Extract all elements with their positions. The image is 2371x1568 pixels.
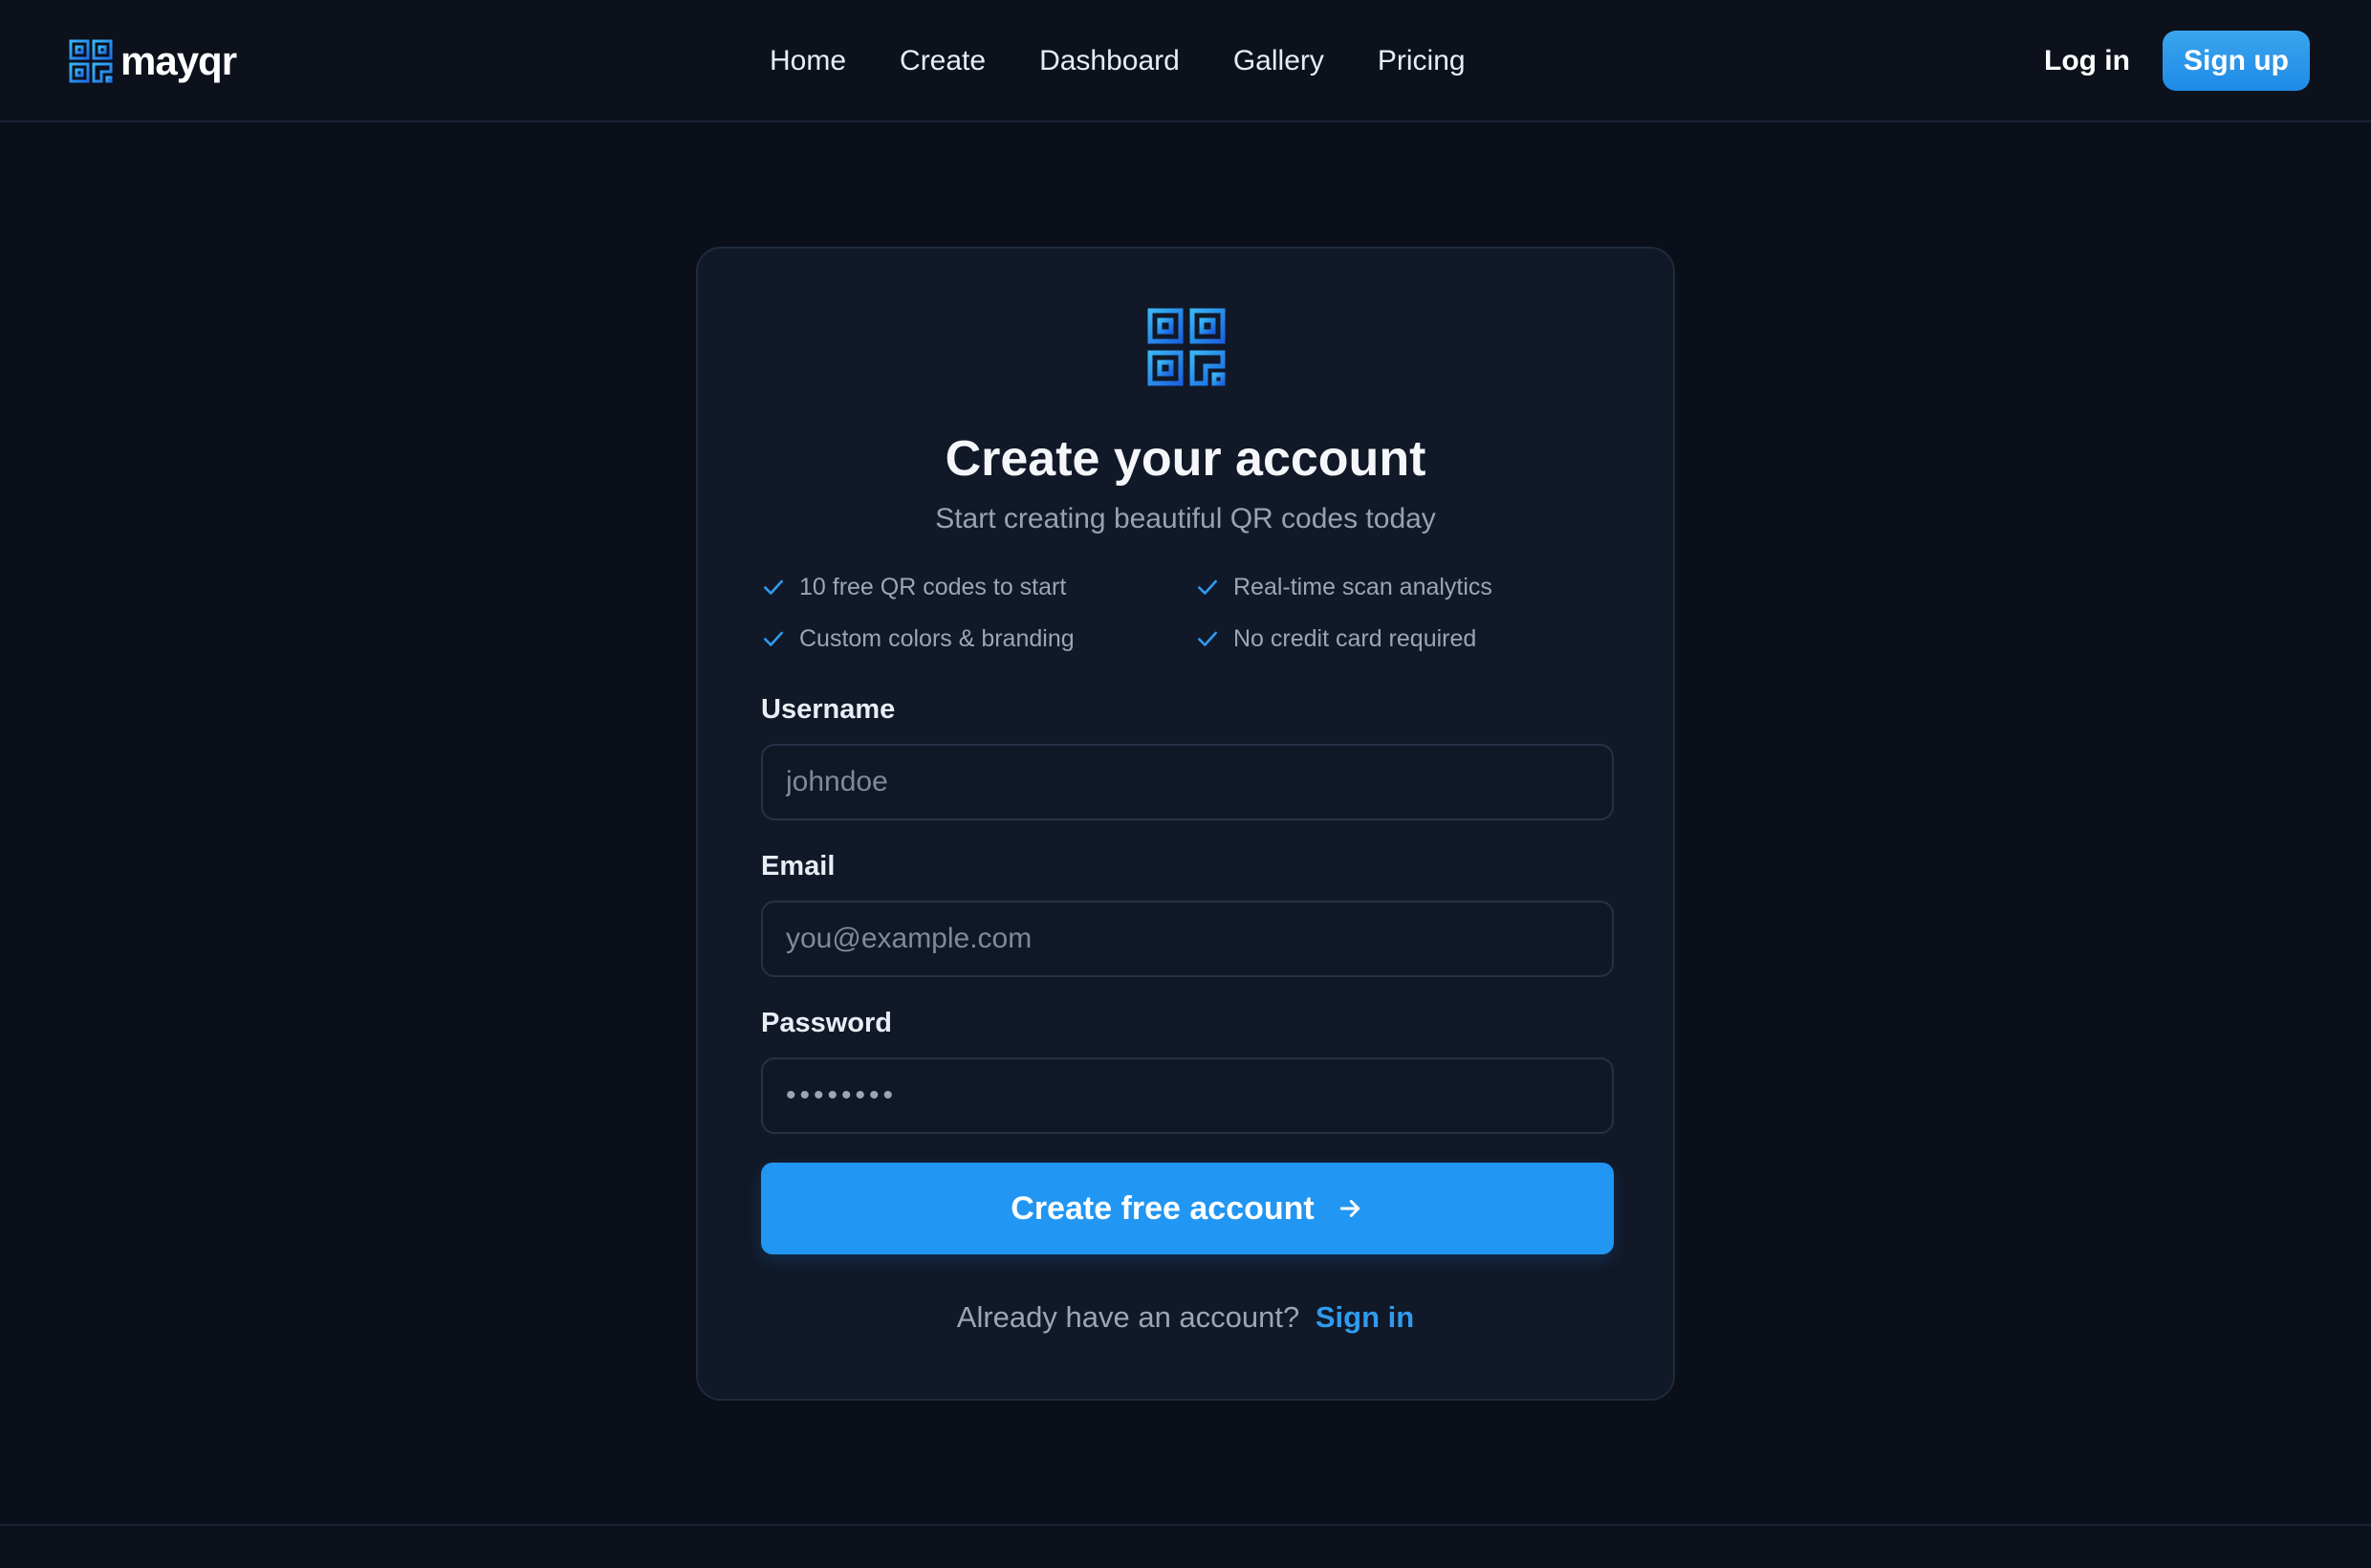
nav-create[interactable]: Create (900, 45, 986, 77)
feature-text: Real-time scan analytics (1233, 573, 1492, 600)
nav-dashboard[interactable]: Dashboard (1039, 45, 1180, 77)
login-link[interactable]: Log in (2044, 38, 2130, 84)
password-input[interactable] (761, 1057, 1614, 1134)
username-input[interactable] (761, 744, 1614, 820)
nav-home[interactable]: Home (770, 45, 846, 77)
feature-list: 10 free QR codes to start Real-time scan… (761, 570, 1612, 656)
qr-logo-icon (69, 39, 113, 83)
qr-logo-icon (1147, 308, 1226, 386)
feature-item: 10 free QR codes to start (761, 570, 1195, 604)
footer (0, 1524, 2371, 1568)
check-icon (764, 631, 783, 646)
signup-button[interactable]: Sign up (2163, 31, 2310, 91)
page-subtitle: Start creating beautiful QR codes today (935, 503, 1436, 534)
brand-logo-link[interactable]: mayqr (69, 38, 237, 84)
feature-item: Real-time scan analytics (1195, 570, 1616, 604)
main-nav: Home Create Dashboard Gallery Pricing (770, 38, 1466, 84)
check-icon (764, 579, 783, 595)
password-label: Password (761, 1008, 892, 1038)
check-icon (1198, 631, 1217, 646)
signin-link[interactable]: Sign in (1316, 1300, 1414, 1334)
feature-text: No credit card required (1233, 624, 1477, 652)
signin-prompt-text: Already have an account? (956, 1300, 1300, 1334)
feature-text: Custom colors & branding (799, 624, 1075, 652)
nav-pricing[interactable]: Pricing (1378, 45, 1466, 77)
email-input[interactable] (761, 901, 1614, 977)
check-icon (1198, 579, 1217, 595)
nav-gallery[interactable]: Gallery (1233, 45, 1324, 77)
brand-name: mayqr (120, 38, 237, 83)
email-label: Email (761, 851, 836, 882)
create-account-button[interactable]: Create free account (761, 1163, 1614, 1254)
username-label: Username (761, 694, 896, 725)
create-account-label: Create free account (1011, 1189, 1315, 1227)
signin-prompt-row: Already have an account? Sign in (698, 1300, 1673, 1335)
signup-card: Create your account Start creating beaut… (696, 247, 1675, 1401)
page-title: Create your account (945, 431, 1426, 487)
arrow-right-icon (1339, 1200, 1360, 1217)
top-navigation-bar: mayqr Home Create Dashboard Gallery Pric… (0, 0, 2371, 122)
feature-item: Custom colors & branding (761, 621, 1195, 656)
feature-text: 10 free QR codes to start (799, 573, 1067, 600)
feature-item: No credit card required (1195, 621, 1616, 656)
